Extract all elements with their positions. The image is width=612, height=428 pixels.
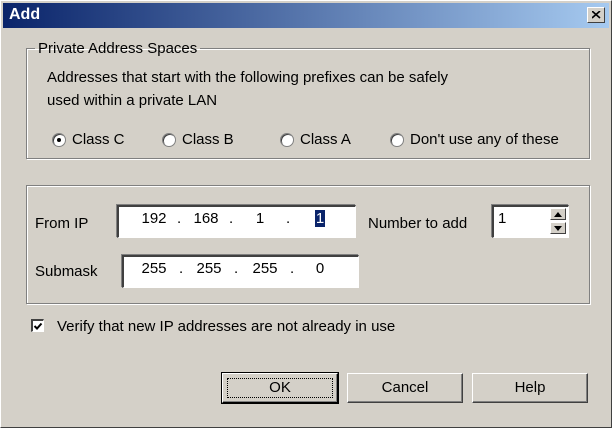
radio-class-b-label: Class B	[182, 131, 234, 148]
submask-input[interactable]: 255 . 255 . 255 . 0	[122, 255, 359, 288]
radio-dont-use-circle	[390, 133, 404, 147]
submask-octet-2: 255	[196, 260, 222, 277]
cancel-button[interactable]: Cancel	[347, 373, 463, 403]
help-button[interactable]: Help	[472, 373, 588, 403]
radio-class-b-circle	[162, 133, 176, 147]
octet-separator: .	[179, 260, 184, 277]
from-ip-octet-3: 1	[255, 210, 265, 227]
radio-class-a-circle	[280, 133, 294, 147]
from-ip-label: From IP	[35, 215, 89, 232]
octet-separator: .	[286, 210, 291, 227]
help-button-label: Help	[514, 379, 546, 396]
radio-class-c-label: Class C	[72, 131, 125, 148]
number-to-add-value: 1	[498, 210, 507, 227]
from-ip-octet-1: 192	[141, 210, 167, 227]
title-bar[interactable]: Add	[3, 3, 609, 28]
spin-up-icon	[554, 212, 562, 217]
submask-label: Submask	[35, 263, 98, 280]
radio-selected-dot	[57, 138, 61, 142]
from-ip-octet-4: 1	[301, 210, 339, 227]
close-button[interactable]	[587, 7, 605, 23]
radio-class-a-label: Class A	[300, 131, 351, 148]
octet-separator: .	[234, 260, 239, 277]
description-line-2: used within a private LAN	[47, 92, 218, 109]
verify-label[interactable]: Verify that new IP addresses are not alr…	[57, 318, 395, 335]
spin-down-icon	[554, 226, 562, 231]
octet-separator: .	[177, 210, 182, 227]
octet-separator: .	[229, 210, 234, 227]
number-to-add-spinner[interactable]: 1	[492, 205, 569, 238]
radio-dont-use-label: Don't use any of these	[410, 131, 559, 148]
ok-focus-rect	[227, 378, 333, 398]
private-address-spaces-legend: Private Address Spaces	[38, 40, 198, 57]
submask-octet-3: 255	[252, 260, 278, 277]
submask-octet-4: 0	[315, 260, 325, 277]
close-icon	[592, 11, 601, 19]
verify-checkbox[interactable]	[31, 319, 44, 332]
selected-octet-text: 1	[314, 210, 326, 227]
check-icon	[33, 322, 43, 330]
cancel-button-label: Cancel	[381, 379, 429, 396]
octet-separator: .	[290, 260, 295, 277]
from-ip-octet-2: 168	[193, 210, 219, 227]
submask-octet-1: 255	[141, 260, 167, 277]
window-title: Add	[9, 6, 41, 23]
add-dialog: Add Private Address Spaces Addresses tha…	[0, 0, 612, 428]
spin-up-button[interactable]	[550, 208, 566, 220]
spin-down-button[interactable]	[550, 222, 566, 234]
ok-button[interactable]: OK	[221, 372, 339, 404]
radio-class-c-circle	[52, 133, 66, 147]
number-to-add-label: Number to add	[368, 215, 468, 232]
from-ip-input[interactable]: 192 . 168 . 1 . 1	[117, 205, 356, 238]
description-line-1: Addresses that start with the following …	[47, 69, 449, 86]
